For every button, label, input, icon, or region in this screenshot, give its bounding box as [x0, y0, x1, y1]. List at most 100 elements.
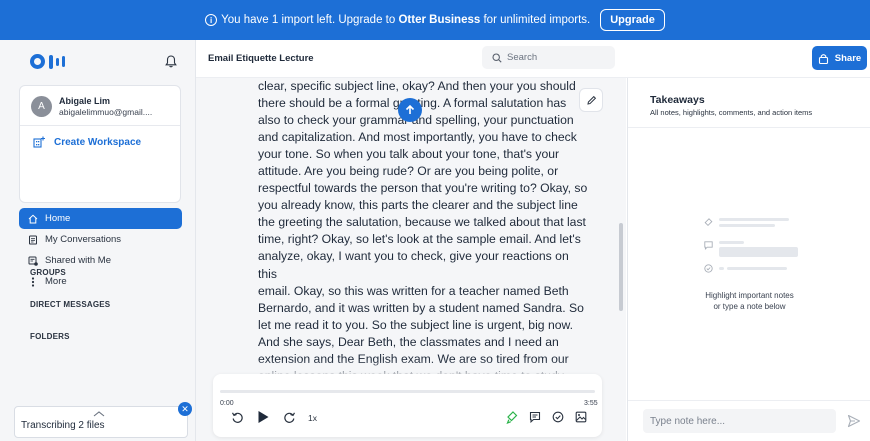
- lock-share-icon: [818, 53, 828, 64]
- transcribing-label: Transcribing 2 files: [21, 420, 105, 431]
- share-button[interactable]: Share: [812, 46, 867, 70]
- transcript-line: time, right? Okay, so let's look at the …: [258, 232, 581, 247]
- transcribing-status[interactable]: Transcribing 2 files: [14, 406, 188, 438]
- upgrade-banner: i You have 1 import left. Upgrade to Ott…: [0, 0, 870, 40]
- upgrade-button[interactable]: Upgrade: [600, 9, 665, 31]
- shared-icon: [28, 256, 38, 266]
- play-icon: [258, 411, 269, 423]
- user-name: Abigale Lim: [59, 95, 111, 106]
- comment-icon: [704, 241, 713, 250]
- highlighter-icon: [704, 218, 713, 227]
- empty-state-illustration: [704, 216, 804, 285]
- info-icon: i: [205, 14, 218, 26]
- transcript-line: there should be a formal greeting. A for…: [258, 96, 567, 111]
- comment-icon: [529, 411, 541, 423]
- placeholder-lines: [719, 218, 789, 227]
- check-circle-icon: [552, 411, 564, 423]
- takeaways-panel: Takeaways All notes, highlights, comment…: [627, 78, 870, 441]
- document-icon: [29, 235, 37, 244]
- playback-speed-button[interactable]: 1x: [308, 413, 317, 423]
- section-folders[interactable]: FOLDERS: [30, 332, 70, 341]
- arrow-up-icon: [405, 104, 415, 114]
- banner-plan: Otter Business: [398, 14, 481, 26]
- sidebar-item-label: My Conversations: [45, 234, 122, 245]
- sidebar-item-my-conversations[interactable]: My Conversations: [19, 229, 182, 250]
- user-email: abigalelimmuo@gmail....: [59, 106, 153, 117]
- section-direct-messages[interactable]: DIRECT MESSAGES: [30, 300, 110, 309]
- forward-icon: [283, 412, 295, 423]
- home-icon: [28, 214, 38, 223]
- transcript-scrollbar[interactable]: [619, 223, 623, 311]
- total-time: 3:55: [584, 400, 598, 407]
- workspace-icon: [33, 136, 45, 148]
- create-workspace-button[interactable]: Create Workspace: [20, 126, 180, 148]
- placeholder-line: [719, 218, 789, 221]
- share-label: Share: [834, 52, 862, 64]
- pencil-icon: [586, 95, 596, 105]
- placeholder-lines: [719, 241, 798, 257]
- account-card: A Abigale Lim abigalelimmuo@gmail.... Cr…: [19, 85, 181, 203]
- user-profile[interactable]: A Abigale Lim abigalelimmuo@gmail....: [20, 86, 180, 126]
- highlight-button[interactable]: [505, 410, 519, 424]
- empty-state-hint: Highlight important notes or type a note…: [628, 290, 870, 312]
- comment-button[interactable]: [528, 410, 542, 424]
- placeholder-line: [727, 267, 787, 270]
- transcript-line: and capitalization. And most importantly…: [258, 130, 577, 145]
- image-button[interactable]: [574, 410, 588, 424]
- transcript-line: the greeting the salutation, because we …: [258, 215, 586, 230]
- transcript-line: also to check your grammar and spelling,…: [258, 113, 574, 128]
- avatar: A: [31, 95, 52, 117]
- placeholder-lines: [719, 267, 787, 270]
- banner-message: i You have 1 import left. Upgrade to Ott…: [205, 14, 590, 26]
- sidebar-item-home[interactable]: Home: [19, 208, 182, 229]
- takeaways-title: Takeaways: [650, 94, 705, 106]
- notification-bell-icon[interactable]: [165, 55, 177, 68]
- transcript-line: clear, specific subject line, okay? And …: [258, 79, 576, 93]
- action-item-button[interactable]: [551, 410, 565, 424]
- play-button[interactable]: [256, 410, 270, 424]
- transcript-line: let me read it to you. So the subject li…: [258, 317, 574, 332]
- logo-bar: [56, 57, 59, 66]
- banner-prefix: You have 1 import left. Upgrade to: [221, 14, 396, 26]
- send-icon[interactable]: [847, 414, 861, 428]
- transcript-line: your tone. So when you talk about your t…: [258, 147, 560, 162]
- transcript-line: Bernardo, and it was written by a studen…: [258, 300, 584, 315]
- banner-suffix: for unlimited imports.: [483, 14, 591, 26]
- empty-hint-line: or type a note below: [713, 302, 786, 311]
- sidebar-item-label: Home: [45, 213, 71, 224]
- note-input[interactable]: [643, 409, 836, 433]
- logo-bar: [49, 54, 53, 69]
- scroll-to-top-button[interactable]: [398, 98, 422, 122]
- transcript-line: respectful towards the person that you'r…: [258, 181, 588, 196]
- edit-transcript-button[interactable]: [579, 88, 603, 112]
- chevron-up-icon[interactable]: [93, 410, 105, 418]
- rewind-button[interactable]: [230, 410, 244, 424]
- playback-progress[interactable]: [220, 390, 595, 393]
- search-placeholder: Search: [507, 52, 538, 63]
- note-composer: [628, 400, 870, 441]
- transcript-line: email. Okay, so this was written for a t…: [258, 283, 569, 298]
- search-input[interactable]: Search: [482, 46, 615, 69]
- transcript-line: attitude. Are you being rude? Or are you…: [258, 164, 559, 179]
- rewind-icon: [231, 412, 243, 423]
- placeholder-line: [719, 224, 775, 227]
- sidebar: A Abigale Lim abigalelimmuo@gmail.... Cr…: [0, 40, 196, 441]
- otter-logo[interactable]: [30, 54, 65, 69]
- close-icon[interactable]: ✕: [178, 402, 192, 416]
- sidebar-nav: Home My Conversations Shared with Me Mor…: [19, 208, 182, 292]
- page-title: Email Etiquette Lecture: [208, 53, 314, 64]
- more-vertical-icon: [31, 276, 35, 287]
- transcript-line: analyze, okay, I want you to check, give…: [258, 249, 569, 281]
- logo-bar: [62, 56, 65, 67]
- main-header: Email Etiquette Lecture Search Share: [196, 40, 870, 78]
- placeholder-line: [719, 267, 724, 270]
- takeaways-subtitle: All notes, highlights, comments, and act…: [650, 108, 813, 117]
- sidebar-item-label: More: [45, 276, 67, 287]
- transcript-line: And she says, Dear Beth, the classmates …: [258, 334, 559, 349]
- placeholder-row: [704, 239, 804, 262]
- section-groups[interactable]: GROUPS: [30, 268, 66, 277]
- empty-hint-line: Highlight important notes: [705, 291, 794, 300]
- forward-button[interactable]: [282, 410, 296, 424]
- placeholder-row: [704, 262, 804, 285]
- current-time: 0:00: [220, 400, 234, 407]
